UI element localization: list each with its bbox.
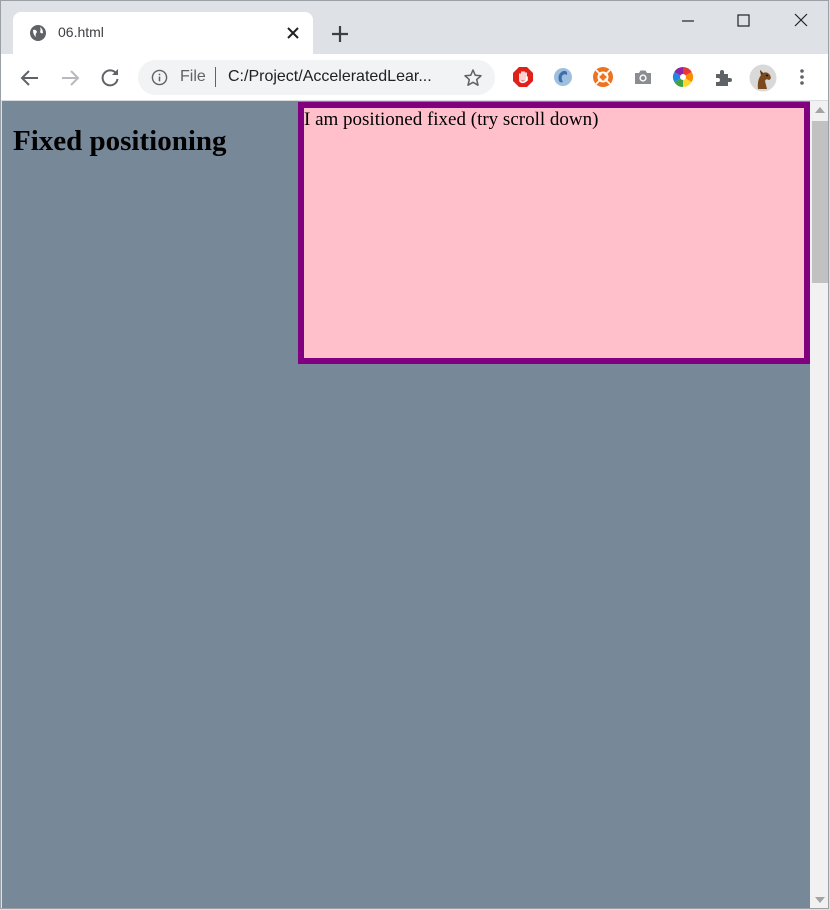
scroll-up-arrow-icon[interactable] <box>815 107 825 113</box>
fixed-position-box: I am positioned fixed (try scroll down) <box>298 102 810 364</box>
scrollbar-thumb[interactable] <box>812 121 828 283</box>
forward-arrow-icon[interactable] <box>58 66 82 90</box>
tab-06-html[interactable]: 06.html <box>13 12 313 54</box>
page-heading: Fixed positioning <box>13 125 227 157</box>
tab-title: 06.html <box>58 24 104 40</box>
window-close-icon[interactable] <box>786 9 816 33</box>
avatar-horse-icon[interactable] <box>749 64 777 92</box>
new-tab-plus-icon[interactable] <box>329 23 351 45</box>
minimize-icon[interactable] <box>673 9 703 33</box>
reload-icon[interactable] <box>98 66 122 90</box>
camera-icon[interactable] <box>632 66 654 88</box>
browser-window: 06.html File C:/Project/AcceleratedLear.… <box>0 0 829 909</box>
info-icon[interactable] <box>151 69 168 86</box>
address-separator <box>215 67 216 87</box>
address-bar[interactable]: File C:/Project/AcceleratedLear... <box>138 60 495 95</box>
url-text[interactable]: C:/Project/AcceleratedLear... <box>228 68 432 86</box>
tab-strip: 06.html <box>1 1 828 54</box>
extension-orange-icon[interactable] <box>592 66 614 88</box>
maximize-icon[interactable] <box>729 9 759 33</box>
puzzle-icon[interactable] <box>712 66 734 88</box>
adblock-icon[interactable] <box>512 66 534 88</box>
fixed-box-text: I am positioned fixed (try scroll down) <box>304 109 599 130</box>
back-arrow-icon[interactable] <box>18 66 42 90</box>
extension-swirl-icon[interactable] <box>552 66 574 88</box>
page-viewport: Fixed positioning I am positioned fixed … <box>2 101 810 908</box>
tab-close-icon[interactable] <box>285 25 301 41</box>
color-wheel-icon[interactable] <box>672 66 694 88</box>
scheme-label: File <box>180 68 206 85</box>
browser-toolbar: File C:/Project/AcceleratedLear... <box>1 54 828 101</box>
vertical-scrollbar[interactable] <box>810 101 828 908</box>
scroll-down-arrow-icon[interactable] <box>815 897 825 903</box>
star-icon[interactable] <box>463 68 483 88</box>
globe-icon <box>30 25 46 41</box>
more-vert-icon[interactable] <box>791 66 813 88</box>
